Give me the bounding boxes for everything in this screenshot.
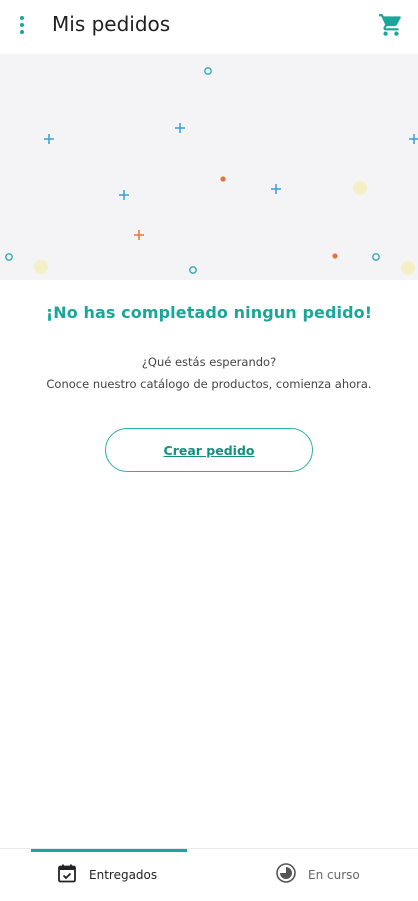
tab-in-progress-label: En curso	[308, 868, 360, 882]
page-title: Mis pedidos	[52, 12, 171, 36]
confetti-dot	[220, 176, 226, 182]
tab-delivered[interactable]: Entregados	[56, 861, 157, 889]
clock-progress-icon	[275, 862, 297, 888]
create-order-label: Crear pedido	[163, 442, 255, 458]
confetti-ring	[372, 253, 380, 261]
create-order-button[interactable]: Crear pedido	[105, 428, 313, 472]
confetti-dot	[353, 181, 367, 195]
decorative-banner	[0, 54, 418, 280]
app-bar: Mis pedidos	[0, 0, 418, 50]
empty-state-question: ¿Qué estás esperando?	[141, 355, 277, 369]
more-vert-icon[interactable]	[12, 12, 32, 38]
confetti-ring	[5, 253, 13, 261]
empty-state-description: Conoce nuestro catálogo de productos, co…	[46, 377, 372, 391]
confetti-dot	[332, 253, 338, 259]
confetti-plus	[134, 230, 144, 240]
confetti-ring	[204, 67, 212, 75]
shopping-cart-icon[interactable]	[378, 12, 404, 38]
confetti-illustration	[5, 67, 418, 275]
tab-in-progress[interactable]: En curso	[275, 861, 360, 889]
tab-delivered-label: Entregados	[89, 868, 158, 882]
confetti-ring	[189, 266, 197, 274]
active-tab-indicator	[31, 849, 187, 852]
empty-state-title: ¡No has completado ningun pedido!	[45, 303, 373, 322]
confetti-dot	[34, 260, 48, 274]
confetti-dot	[401, 261, 415, 275]
bottom-tab-bar: Entregados En curso	[0, 848, 418, 901]
calendar-check-icon	[56, 862, 78, 888]
